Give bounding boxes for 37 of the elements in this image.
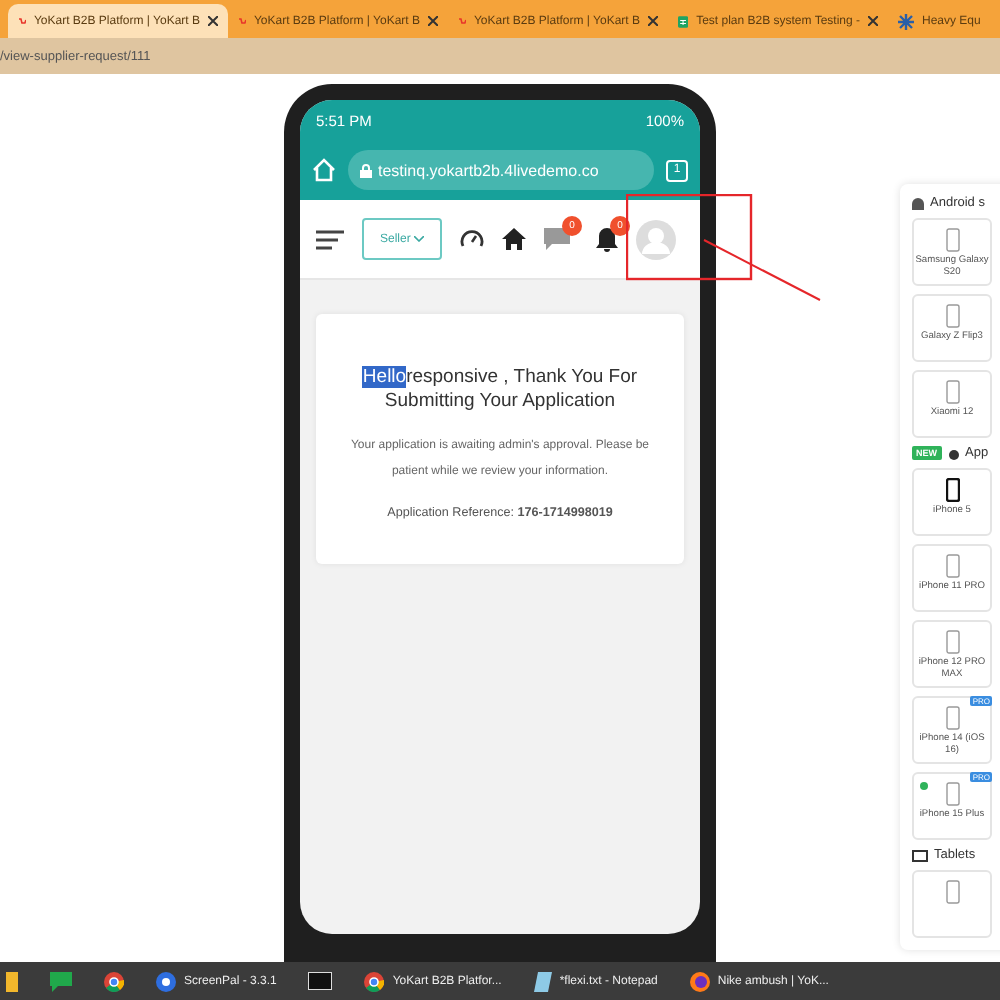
cart-logo-icon [458,13,466,29]
chrome-icon[interactable] [364,971,385,991]
confirmation-title: Helloresponsive , Thank You For Submitting Your Application [360,366,640,414]
spreadsheet-icon [678,13,689,29]
chrome-icon[interactable] [104,971,124,991]
bell-icon[interactable] [596,227,618,251]
close-icon[interactable] [428,16,438,26]
tablet-icon [912,849,928,861]
chevron-icon [414,235,424,241]
phone-icon [945,630,959,654]
window-icon[interactable] [308,972,333,990]
phone-icon [945,228,959,252]
menu-icon[interactable] [316,229,344,249]
speedometer-icon[interactable] [460,228,484,250]
url-text: testinq.yokartb2b.4livedemo.co [378,161,599,179]
close-icon[interactable] [208,16,218,26]
phone-icon [945,782,959,806]
phone-icon [945,554,959,578]
chat-icon[interactable] [50,971,72,991]
screen-recorder-icon[interactable] [156,971,176,991]
phone-icon [945,380,959,404]
close-icon[interactable] [648,16,658,26]
phone-icon [945,478,959,502]
phone-icon [945,706,959,730]
phone-icon [945,880,959,904]
lock-icon [360,163,372,177]
cart-logo-icon [18,13,26,29]
home-icon[interactable] [502,228,526,250]
device-tile[interactable] [912,870,992,938]
cart-logo-icon [238,13,246,29]
notepad-icon[interactable] [533,971,552,991]
firefox-icon[interactable] [689,971,710,991]
folder-icon[interactable] [6,971,18,991]
phone-icon [945,304,959,328]
close-icon[interactable] [868,16,878,26]
message-icon[interactable] [544,228,570,250]
snowflake-icon [898,13,914,29]
